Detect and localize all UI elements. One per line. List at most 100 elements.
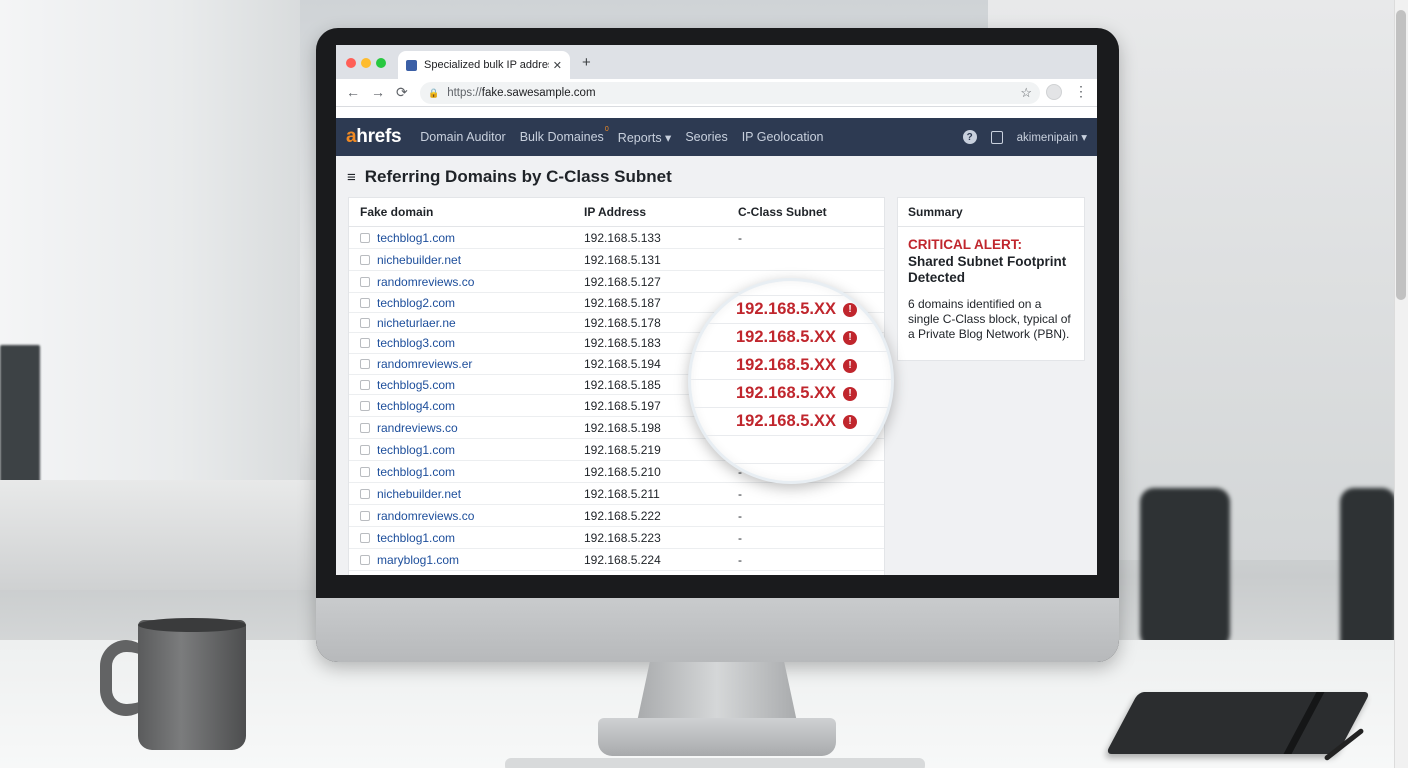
logo-text: hrefs [356, 126, 402, 147]
profile-avatar[interactable] [1046, 84, 1062, 100]
reload-icon[interactable]: ⟳ [396, 84, 408, 101]
domain-link[interactable]: techblog3.com [377, 336, 455, 350]
back-icon[interactable]: ← [346, 84, 360, 100]
logo-accent: a [346, 126, 357, 147]
subnet-cell: - [738, 530, 742, 545]
magnifier-row-divider [691, 295, 891, 296]
domain-link[interactable]: techblog1.com [377, 231, 455, 245]
row-checkbox[interactable] [360, 379, 370, 390]
table-header: Fake domain IP Address C-Class Subnet [349, 198, 884, 227]
domain-link[interactable]: randomreviews.co [377, 509, 474, 523]
magnified-subnet: 192.168.5.XX! [736, 328, 857, 347]
row-checkbox[interactable] [360, 466, 370, 477]
nav-bulk-domaines[interactable]: Bulk Domaines 0 [520, 126, 609, 144]
row-checkbox[interactable] [360, 254, 370, 265]
magnifier-row-divider [691, 379, 891, 380]
column-header-ip[interactable]: IP Address [584, 205, 738, 219]
monitor-stand-base [598, 718, 836, 756]
summary-text: 6 domains identified on a single C-Class… [908, 296, 1071, 341]
row-checkbox[interactable] [360, 510, 370, 521]
tab-close-icon[interactable]: ✕ [553, 59, 562, 72]
subnet-value: 192.168.5.XX [736, 412, 836, 430]
domain-link[interactable]: techblog1.com [377, 465, 455, 479]
row-checkbox[interactable] [360, 532, 370, 543]
domain-link[interactable]: nichebuilder.net [377, 253, 461, 267]
row-checkbox[interactable] [360, 422, 370, 433]
table-row[interactable]: maryblog1.com 192.168.5.224 - [349, 549, 884, 571]
table-row[interactable]: randomreviews.co 192.168.5.222 - [349, 505, 884, 527]
browser-tab[interactable]: Specialized bulk IP address ✕ [398, 51, 570, 79]
domain-cell: randreviews.co [349, 421, 584, 435]
lock-icon: 🔒 [428, 87, 440, 98]
user-menu[interactable]: akimenipain ▾ [1017, 130, 1087, 144]
subnet-cell: - [738, 230, 742, 245]
browser-menu-icon[interactable]: ⋮ [1074, 83, 1088, 100]
subnet-cell: - [738, 508, 742, 523]
domain-link[interactable]: techblog4.com [377, 399, 455, 413]
subnet-value: 192.168.5.XX [736, 384, 836, 402]
window-close-dot[interactable] [346, 58, 356, 68]
domain-link[interactable]: maryblog1.com [377, 553, 459, 567]
domain-cell: maryblog1.com [349, 553, 584, 567]
row-checkbox[interactable] [360, 338, 370, 348]
magnifier-row-divider [691, 323, 891, 324]
table-row[interactable]: nichebuilder.net 192.168.5.211 - [349, 483, 884, 505]
domain-link[interactable]: techblog2.com [377, 296, 455, 310]
url-host: fake.sawesample.com [481, 87, 596, 99]
domain-link[interactable]: techblog1.com [377, 443, 455, 457]
ahrefs-logo[interactable]: ahrefs [346, 126, 402, 148]
forward-icon[interactable]: → [371, 84, 385, 100]
row-checkbox[interactable] [360, 359, 370, 369]
copy-icon[interactable] [990, 130, 1003, 144]
domain-link[interactable]: nichebuilder.net [377, 487, 461, 501]
page-scrollbar[interactable] [1394, 0, 1408, 768]
window-minimize-dot[interactable] [361, 58, 371, 68]
new-tab-icon[interactable]: + [582, 54, 591, 71]
column-header-subnet[interactable]: C-Class Subnet [738, 205, 884, 219]
domain-link[interactable]: nicheturlaer.ne [377, 316, 456, 330]
row-checkbox[interactable] [360, 488, 370, 499]
domain-link[interactable]: techblog1.com [377, 531, 455, 545]
domain-link[interactable]: randreviews.co [377, 421, 458, 435]
magnified-subnet: 192.168.5.XX! [736, 412, 857, 431]
ip-cell: 192.168.5.210 [584, 464, 661, 479]
domain-cell: randomreviews.co [349, 275, 584, 289]
ip-cell: 192.168.5.223 [584, 530, 661, 545]
magnified-subnet: 192.168.5.XX! [736, 356, 857, 375]
ip-cell: 192.168.5.187 [584, 295, 661, 310]
column-header-domain[interactable]: Fake domain [349, 205, 584, 219]
domain-link[interactable]: randomreviews.co [377, 275, 474, 289]
nav-ip-geolocation[interactable]: IP Geolocation [742, 130, 824, 144]
row-checkbox[interactable] [360, 232, 370, 243]
row-checkbox[interactable] [360, 554, 370, 565]
domain-cell: techblog1.com [349, 443, 584, 457]
subnet-value: 192.168.5.XX [736, 328, 836, 346]
domain-cell: nichebuilder.net [349, 253, 584, 267]
domain-cell: techblog1.com [349, 465, 584, 479]
row-checkbox[interactable] [360, 297, 370, 308]
nav-domain-auditor[interactable]: Domain Auditor [420, 130, 505, 144]
row-checkbox[interactable] [360, 317, 370, 328]
hamburger-menu-icon[interactable]: ≡ [347, 169, 356, 186]
table-row[interactable]: techblog1.com 192.168.5.223 - [349, 527, 884, 549]
domain-link[interactable]: techblog5.com [377, 378, 455, 392]
bookmark-star-icon[interactable]: ☆ [1020, 85, 1032, 101]
table-row[interactable]: techblog1.com 192.168.5.133 - [349, 227, 884, 249]
row-checkbox[interactable] [360, 444, 370, 455]
row-checkbox[interactable] [360, 400, 370, 411]
nav-seories[interactable]: Seories [685, 130, 727, 144]
help-icon[interactable]: ? [962, 130, 977, 144]
browser-toolbar: ← → ⟳ 🔒 https:// fake.sawesample.com ☆ ⋮ [336, 79, 1097, 107]
nav-right-group: ? akimenipain ▾ [962, 118, 1087, 156]
scrollbar-thumb[interactable] [1396, 10, 1406, 300]
address-bar[interactable]: 🔒 https:// fake.sawesample.com ☆ [420, 82, 1040, 104]
nav-reports[interactable]: Reports ▾ [618, 130, 672, 145]
row-checkbox[interactable] [360, 276, 370, 287]
domain-cell: techblog1.com [349, 231, 584, 245]
domain-cell: randomreviews.co [349, 509, 584, 523]
ip-cell: 192.168.5.127 [584, 274, 661, 289]
table-row[interactable]: nichebuilder.net 192.168.5.131 [349, 249, 884, 271]
domain-link[interactable]: randomreviews.er [377, 357, 472, 371]
window-maximize-dot[interactable] [376, 58, 386, 68]
domain-cell: nicheturlaer.ne [349, 316, 584, 330]
